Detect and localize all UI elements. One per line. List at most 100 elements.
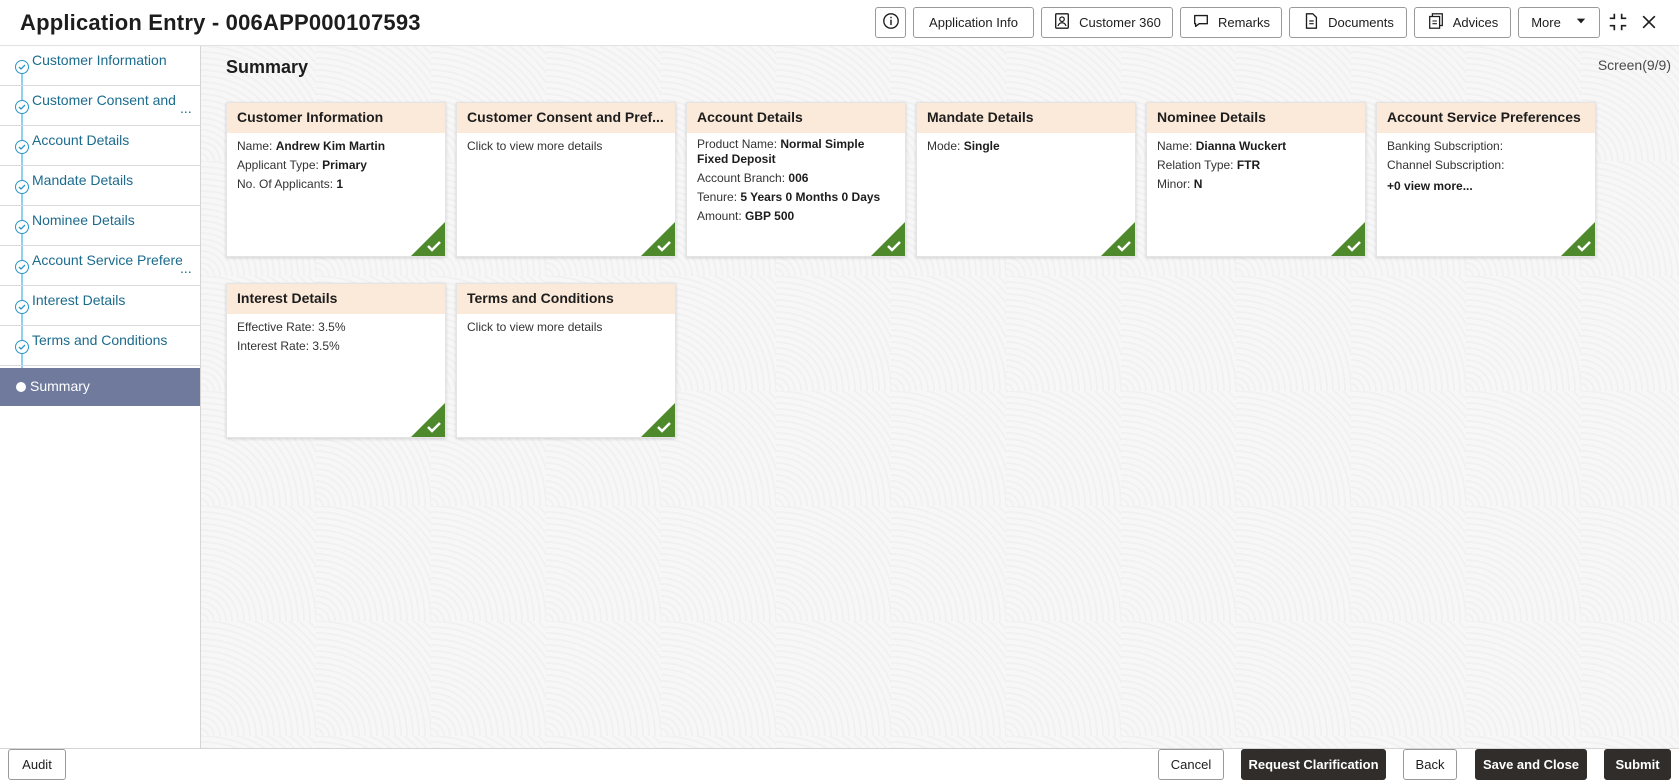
- sidebar-item-terms-and-conditions[interactable]: Terms and Conditions: [0, 326, 200, 366]
- card-nominee-details[interactable]: Nominee Details Name: Dianna Wuckert Rel…: [1146, 102, 1366, 257]
- sidebar-item-summary[interactable]: Summary: [0, 368, 200, 406]
- sidebar-item-interest-details[interactable]: Interest Details: [0, 286, 200, 326]
- sidebar-item-label: Customer Consent and: [32, 92, 176, 108]
- row-label: Interest Rate:: [237, 339, 313, 353]
- card-row: Effective Rate: 3.5%: [237, 318, 435, 337]
- row-label: Minor:: [1157, 177, 1194, 191]
- cancel-button[interactable]: Cancel: [1158, 749, 1224, 780]
- view-more-details-link[interactable]: Click to view more details: [467, 318, 665, 337]
- row-label: Tenure:: [697, 190, 741, 204]
- row-value: 5 Years 0 Months 0 Days: [740, 190, 881, 204]
- step-complete-icon: [15, 180, 29, 194]
- complete-check-icon: [871, 222, 905, 256]
- info-icon: [882, 12, 900, 33]
- sidebar-item-account-service-preferences[interactable]: Account Service Prefere ...: [0, 246, 200, 286]
- sidebar-item-label: Terms and Conditions: [32, 332, 168, 348]
- sidebar-item-nominee-details[interactable]: Nominee Details: [0, 206, 200, 246]
- sidebar-item-label: Customer Information: [32, 52, 167, 68]
- save-and-close-button[interactable]: Save and Close: [1475, 749, 1587, 780]
- sidebar-item-customer-information[interactable]: Customer Information: [0, 46, 200, 86]
- row-label: Mode:: [927, 139, 964, 153]
- card-customer-information[interactable]: Customer Information Name: Andrew Kim Ma…: [226, 102, 446, 257]
- complete-check-icon: [1331, 222, 1365, 256]
- sidebar-item-account-details[interactable]: Account Details: [0, 126, 200, 166]
- card-row: Amount: GBP 500: [697, 209, 895, 224]
- sidebar-item-mandate-details[interactable]: Mandate Details: [0, 166, 200, 206]
- row-value: Single: [963, 139, 1000, 153]
- sidebar-item-label: Account Service Prefere: [32, 252, 182, 268]
- card-row: Name: Dianna Wuckert: [1157, 137, 1355, 156]
- row-value: 006: [788, 171, 809, 185]
- row-value: Andrew Kim Martin: [275, 139, 386, 153]
- card-title: Account Details: [687, 103, 905, 133]
- card-account-service-preferences[interactable]: Account Service Preferences Banking Subs…: [1376, 102, 1596, 257]
- card-title: Account Service Preferences: [1377, 103, 1595, 133]
- summary-panel: Summary Screen(9/9) Customer Information…: [201, 46, 1679, 748]
- application-info-label: Application Info: [929, 15, 1018, 30]
- complete-check-icon: [641, 403, 675, 437]
- chevron-down-icon: [1575, 15, 1587, 30]
- advices-button[interactable]: Advices: [1414, 7, 1511, 38]
- row-value: 1: [336, 177, 344, 191]
- card-account-details[interactable]: Account Details Product Name: Normal Sim…: [686, 102, 906, 257]
- row-value: 3.5%: [318, 320, 346, 334]
- row-value: 3.5%: [312, 339, 340, 353]
- application-info-button[interactable]: Application Info: [913, 7, 1034, 38]
- card-row: Account Branch: 006: [697, 171, 895, 186]
- sidebar-item-customer-consent[interactable]: Customer Consent and ...: [0, 86, 200, 126]
- advices-label: Advices: [1452, 15, 1499, 30]
- card-title: Mandate Details: [917, 103, 1135, 133]
- card-row: No. Of Applicants: 1: [237, 175, 435, 194]
- documents-button[interactable]: Documents: [1289, 7, 1407, 38]
- complete-check-icon: [411, 403, 445, 437]
- row-label: Product Name:: [697, 137, 781, 151]
- row-value: N: [1193, 177, 1203, 191]
- card-terms-and-conditions[interactable]: Terms and Conditions Click to view more …: [456, 283, 676, 438]
- more-dropdown[interactable]: More: [1518, 7, 1600, 38]
- card-title: Terms and Conditions: [457, 284, 675, 314]
- sidebar-item-label: Nominee Details: [32, 212, 135, 228]
- row-value: Dianna Wuckert: [1195, 139, 1287, 153]
- person-badge-icon: [1053, 12, 1071, 33]
- sidebar-item-label: Interest Details: [32, 292, 126, 308]
- back-button[interactable]: Back: [1403, 749, 1457, 780]
- header-bar: Application Entry - 006APP000107593 Appl…: [0, 0, 1679, 46]
- truncation-ellipsis: ...: [180, 260, 192, 276]
- row-label: No. Of Applicants:: [237, 177, 337, 191]
- card-row: Minor: N: [1157, 175, 1355, 194]
- sidebar-item-label: Summary: [30, 378, 90, 394]
- submit-button[interactable]: Submit: [1604, 749, 1671, 780]
- card-mandate-details[interactable]: Mandate Details Mode: Single: [916, 102, 1136, 257]
- remarks-button[interactable]: Remarks: [1180, 7, 1282, 38]
- chat-icon: [1192, 12, 1210, 33]
- screen-counter: Screen(9/9): [1597, 57, 1671, 73]
- step-complete-icon: [15, 60, 29, 74]
- customer-360-button[interactable]: Customer 360: [1041, 7, 1173, 38]
- row-label: Name:: [1157, 139, 1196, 153]
- view-more-link[interactable]: +0 view more...: [1387, 177, 1585, 196]
- step-complete-icon: [15, 100, 29, 114]
- complete-check-icon: [411, 222, 445, 256]
- documents-label: Documents: [1328, 15, 1394, 30]
- request-clarification-button[interactable]: Request Clarification: [1241, 749, 1386, 780]
- footer-bar: Audit Cancel Request Clarification Back …: [0, 748, 1679, 782]
- card-interest-details[interactable]: Interest Details Effective Rate: 3.5% In…: [226, 283, 446, 438]
- card-title: Nominee Details: [1147, 103, 1365, 133]
- remarks-label: Remarks: [1217, 15, 1270, 30]
- step-complete-icon: [15, 340, 29, 354]
- info-button[interactable]: [875, 7, 906, 38]
- card-title: Interest Details: [227, 284, 445, 314]
- collapse-icon[interactable]: [1606, 10, 1630, 34]
- card-row: Name: Andrew Kim Martin: [237, 137, 435, 156]
- audit-button[interactable]: Audit: [8, 749, 66, 780]
- close-icon[interactable]: [1637, 10, 1661, 34]
- step-complete-icon: [15, 260, 29, 274]
- view-more-details-link[interactable]: Click to view more details: [467, 137, 665, 156]
- row-label: Channel Subscription:: [1387, 158, 1505, 172]
- row-label: Applicant Type:: [237, 158, 323, 172]
- card-customer-consent[interactable]: Customer Consent and Pref... Click to vi…: [456, 102, 676, 257]
- card-row: Channel Subscription:: [1387, 156, 1585, 175]
- summary-title: Summary: [226, 57, 309, 77]
- card-title: Customer Consent and Pref...: [457, 103, 675, 133]
- more-label: More: [1531, 15, 1561, 30]
